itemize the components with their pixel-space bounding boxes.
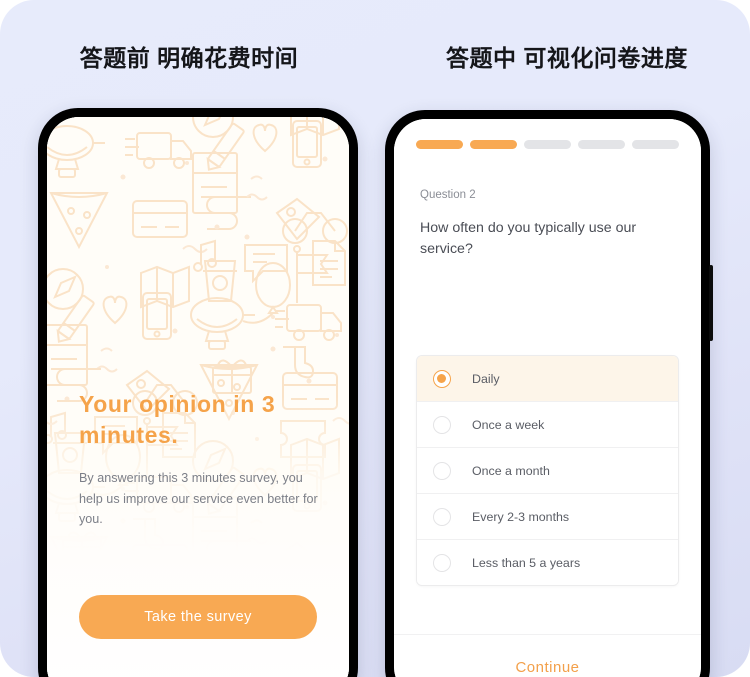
progress-segment-4	[578, 140, 625, 149]
option-label: Daily	[472, 371, 500, 386]
heading-left: 答题前 明确花费时间	[79, 45, 299, 71]
phone-mockup-intro: Your opinion in 3 minutes. By answering …	[38, 108, 358, 677]
option-label: Less than 5 a years	[472, 555, 581, 570]
option-label: Once a month	[472, 463, 550, 478]
question-index-label: Question 2	[420, 189, 476, 201]
radio-icon	[433, 415, 451, 434]
question-screen: Question 2 How often do you typically us…	[394, 119, 701, 677]
phone-side-button[interactable]	[709, 265, 713, 341]
option-label: Once a week	[472, 417, 545, 432]
question-header: Question 2 How often do you typically us…	[394, 149, 701, 259]
radio-icon	[433, 553, 451, 572]
option-once-a-month[interactable]: Once a month	[417, 448, 678, 495]
intro-title: Your opinion in 3 minutes.	[79, 391, 276, 448]
radio-selected-icon	[433, 369, 451, 388]
heading-right: 答题中 可视化问卷进度	[446, 45, 688, 71]
question-footer: Continue	[394, 634, 701, 677]
progress-segment-2	[470, 140, 517, 149]
headings-row: 答题前 明确花费时间 答题中 可视化问卷进度	[0, 38, 750, 78]
survey-progress-bar	[394, 119, 701, 149]
option-less-than-5-a-years[interactable]: Less than 5 a years	[417, 540, 678, 586]
option-once-a-week[interactable]: Once a week	[417, 402, 678, 449]
radio-icon	[433, 461, 451, 480]
progress-segment-1	[416, 140, 463, 149]
option-every-2-3-months[interactable]: Every 2-3 months	[417, 494, 678, 541]
continue-button[interactable]: Continue	[509, 658, 585, 677]
intro-copy: Your opinion in 3 minutes. By answering …	[79, 389, 323, 529]
phone-mockup-question: Question 2 How often do you typically us…	[385, 110, 713, 677]
intro-screen: Your opinion in 3 minutes. By answering …	[47, 117, 349, 677]
take-the-survey-button[interactable]: Take the survey	[79, 595, 317, 639]
intro-body: By answering this 3 minutes survey, you …	[79, 471, 318, 526]
progress-segment-3	[524, 140, 571, 149]
option-daily[interactable]: Daily	[417, 356, 678, 403]
answer-options-list: Daily Once a week Once a month Every 2-3…	[416, 355, 679, 587]
option-label: Every 2-3 months	[472, 509, 570, 524]
radio-icon	[433, 507, 451, 526]
question-text: How often do you typically use our servi…	[420, 220, 637, 257]
progress-segment-5	[632, 140, 679, 149]
screenshot-stage: 答题前 明确花费时间 答题中 可视化问卷进度 Your opinion in 3…	[0, 0, 750, 677]
intro-hero: Your opinion in 3 minutes. By answering …	[47, 117, 349, 677]
